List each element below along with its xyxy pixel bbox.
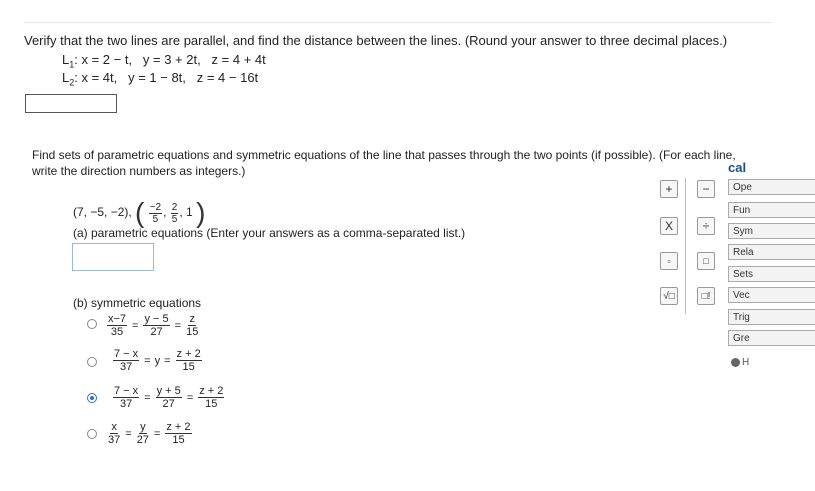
option-4-radio[interactable] <box>87 429 97 439</box>
parametric-answer-input[interactable] <box>72 243 154 271</box>
tab-greek[interactable]: Gre <box>728 330 815 346</box>
tab-relations[interactable]: Rela <box>728 244 815 260</box>
points: (7, −5, −2), ( −2 5, 25, 1 ) <box>73 197 206 228</box>
point2-y: 25 <box>170 201 179 225</box>
option-2[interactable]: 7 − x 37 = y = z + 2 15 <box>112 348 203 373</box>
sqrt-button[interactable]: √□ <box>660 287 678 305</box>
tab-functions[interactable]: Fun <box>728 202 815 218</box>
tab-sets[interactable]: Sets <box>728 266 815 282</box>
help-icon <box>731 358 740 367</box>
option-4[interactable]: x 37 = y 27 = z + 2 15 <box>107 421 193 446</box>
power-button[interactable]: □ <box>697 252 715 270</box>
factorial-button[interactable]: □! <box>697 287 715 305</box>
question-1-prompt: Verify that the two lines are parallel, … <box>24 33 728 48</box>
part-b-label: (b) symmetric equations <box>73 296 202 310</box>
fraction-button[interactable]: ▫ <box>660 252 678 270</box>
minus-button[interactable]: − <box>697 180 715 198</box>
times-button[interactable]: X <box>660 217 678 235</box>
line-1-equation: L1: x = 2 − t, y = 3 + 2t, z = 4 + 4t <box>62 52 266 70</box>
tab-symbols[interactable]: Sym <box>728 223 815 239</box>
option-1[interactable]: x−7 35 = y − 5 27 = z 15 <box>106 313 199 338</box>
calculator-title: cal <box>728 160 747 175</box>
top-divider <box>24 22 772 23</box>
option-2-radio[interactable] <box>87 357 97 367</box>
question-2-prompt: Find sets of parametric equations and sy… <box>32 148 736 178</box>
line-2-equation: L2: x = 4t, y = 1 − 8t, z = 4 − 16t <box>62 70 259 88</box>
tab-vectors[interactable]: Vec <box>728 287 815 303</box>
help-link[interactable]: H <box>731 357 749 368</box>
point2-x: −2 5 <box>148 201 163 225</box>
tab-operations[interactable]: Ope <box>728 179 815 195</box>
part-a-label: (a) parametric equations (Enter your ans… <box>73 226 466 240</box>
option-3-radio[interactable] <box>87 393 97 403</box>
option-3[interactable]: 7 − x 37 = y + 5 27 = z + 2 15 <box>112 385 225 410</box>
palette-divider <box>685 178 686 314</box>
tab-trig[interactable]: Trig <box>728 309 815 325</box>
option-1-radio[interactable] <box>87 319 97 329</box>
divide-button[interactable]: ÷ <box>697 217 715 235</box>
distance-answer-input[interactable] <box>25 94 117 113</box>
plus-button[interactable]: + <box>660 180 678 198</box>
